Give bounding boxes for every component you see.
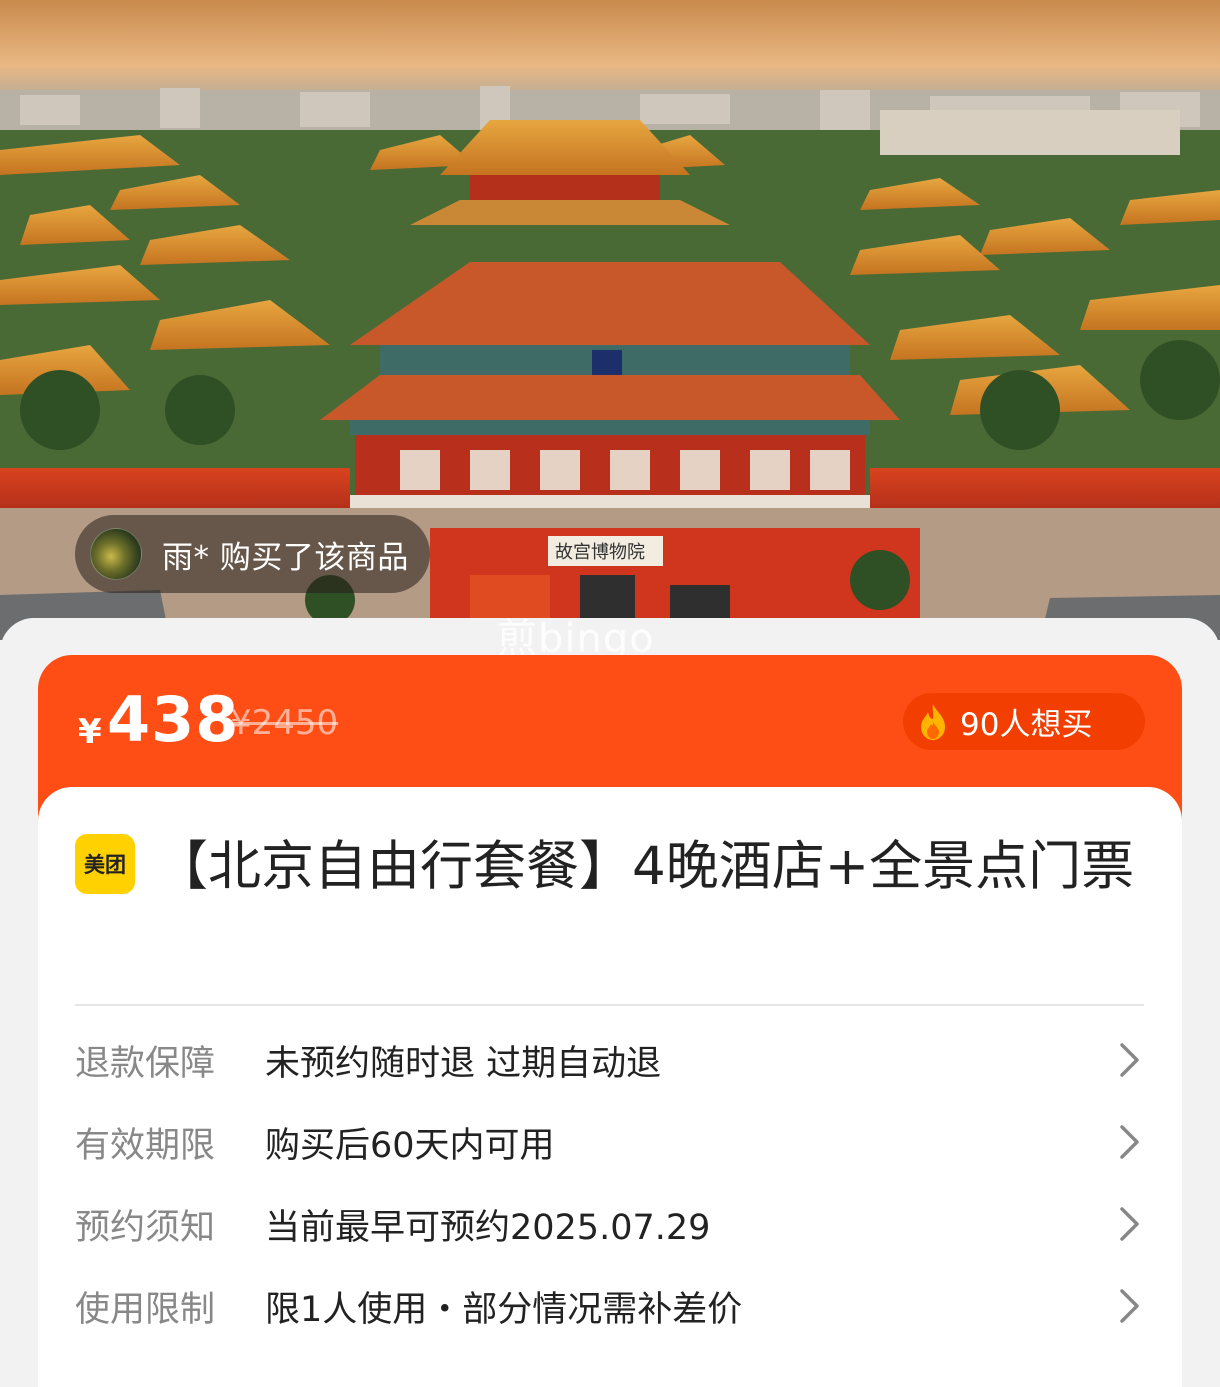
detail-row-refund[interactable]: 退款保障 未预约随时退 过期自动退 — [75, 1030, 1144, 1090]
detail-label: 退款保障 — [75, 1043, 216, 1084]
chevron-right-icon — [1120, 1043, 1139, 1077]
fire-icon — [921, 703, 945, 740]
detail-label: 使用限制 — [75, 1289, 216, 1330]
recent-buyer-pill: 雨* 购买了该商品 — [75, 515, 430, 593]
buyer-avatar — [90, 528, 142, 580]
detail-row-validity[interactable]: 有效期限 购买后60天内可用 — [75, 1112, 1144, 1172]
chevron-right-icon — [1120, 1207, 1139, 1241]
detail-value: 限1人使用・部分情况需补差价 — [265, 1289, 743, 1330]
detail-value: 未预约随时退 过期自动退 — [265, 1043, 662, 1084]
price-currency: ¥ — [78, 712, 102, 752]
current-price: 438 — [107, 683, 240, 756]
detail-label: 预约须知 — [75, 1207, 216, 1248]
want-count-text: 90人想买 — [960, 707, 1093, 743]
detail-value: 购买后60天内可用 — [265, 1125, 555, 1166]
chevron-right-icon — [1120, 1289, 1139, 1323]
product-title: 【北京自由行套餐】4晚酒店+全景点门票 — [155, 836, 1135, 897]
detail-row-usage[interactable]: 使用限制 限1人使用・部分情况需补差价 — [75, 1276, 1144, 1336]
divider — [75, 1004, 1144, 1006]
buyer-text: 雨* 购买了该商品 — [162, 539, 409, 576]
chevron-right-icon — [1120, 1125, 1139, 1159]
detail-value: 当前最早可预约2025.07.29 — [265, 1207, 711, 1248]
original-price: ¥2450 — [230, 703, 339, 743]
svg-text:故宫博物院: 故宫博物院 — [555, 542, 645, 563]
want-count-badge: 90人想买 — [903, 693, 1145, 750]
detail-row-booking[interactable]: 预约须知 当前最早可预约2025.07.29 — [75, 1194, 1144, 1254]
hero-image[interactable]: 故宫博物院 雨* 购买了该商品 — [0, 0, 1220, 640]
detail-label: 有效期限 — [75, 1125, 216, 1166]
